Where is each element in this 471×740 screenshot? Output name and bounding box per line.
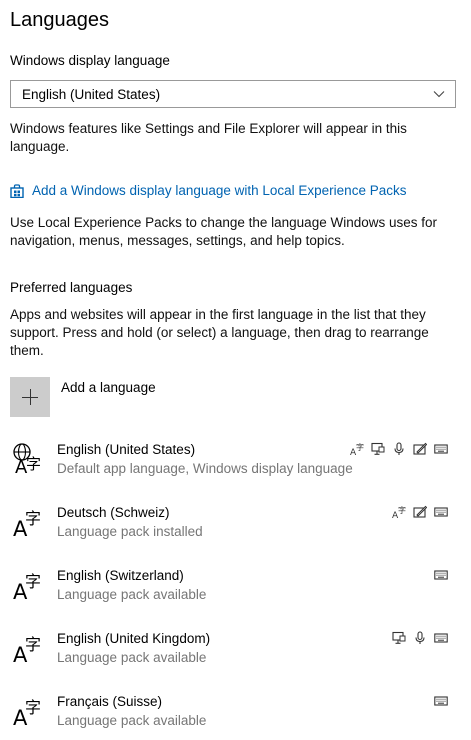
language-item[interactable]: English (Switzerland) Language pack avai…: [10, 564, 462, 620]
microphone-icon: [392, 442, 406, 456]
language-features: [434, 694, 448, 710]
language-name: English (United Kingdom): [57, 631, 211, 646]
local-experience-packs-note: Use Local Experience Packs to change the…: [10, 215, 437, 248]
display-language-icon: [371, 442, 385, 456]
language-features: [392, 505, 448, 521]
keyboard-icon: [434, 694, 448, 708]
keyboard-icon: [434, 631, 448, 645]
language-item[interactable]: Deutsch (Schweiz) Language pack installe…: [10, 501, 462, 557]
preferred-languages-note: Apps and websites will appear in the fir…: [10, 307, 429, 358]
handwriting-icon: [413, 442, 427, 456]
keyboard-icon: [434, 505, 448, 519]
language-name: English (Switzerland): [57, 568, 184, 583]
add-display-language-link-label: Add a Windows display language with Loca…: [32, 183, 407, 198]
language-status: Default app language, Windows display la…: [57, 461, 353, 476]
language-features: [392, 631, 448, 647]
keyboard-icon: [434, 442, 448, 456]
language-icon: [12, 694, 46, 728]
language-status: Language pack available: [57, 587, 207, 602]
language-name: Français (Suisse): [57, 694, 163, 709]
language-name: Deutsch (Schweiz): [57, 505, 170, 520]
display-language-note: Windows features like Settings and File …: [10, 121, 407, 154]
language-item[interactable]: English (United Kingdom) Language pack a…: [10, 627, 462, 683]
add-display-language-link[interactable]: Add a Windows display language with Loca…: [10, 183, 406, 198]
language-item[interactable]: Français (Suisse) Language pack availabl…: [10, 690, 462, 738]
microphone-icon: [413, 631, 427, 645]
plus-icon: [10, 377, 50, 417]
language-icon: [12, 568, 46, 602]
language-icon: [12, 631, 46, 665]
display-language-icon: [392, 631, 406, 645]
language-item[interactable]: English (United States) Default app lang…: [10, 438, 462, 494]
globe-language-icon: [12, 442, 46, 476]
page-title: Languages: [10, 9, 109, 31]
display-language-value: English (United States): [22, 86, 161, 102]
store-icon: [10, 183, 24, 198]
language-name: English (United States): [57, 442, 196, 457]
display-language-label: Windows display language: [10, 53, 170, 68]
text-to-speech-icon: [392, 505, 406, 519]
preferred-languages-label: Preferred languages: [10, 280, 133, 295]
keyboard-icon: [434, 568, 448, 582]
language-status: Language pack available: [57, 713, 207, 728]
language-features: [350, 442, 448, 458]
add-language-label: Add a language: [61, 380, 156, 395]
language-icon: [12, 505, 46, 539]
text-to-speech-icon: [350, 442, 364, 456]
handwriting-icon: [413, 505, 427, 519]
display-language-dropdown[interactable]: English (United States): [10, 80, 456, 108]
chevron-down-icon: [433, 91, 445, 98]
language-status: Language pack available: [57, 650, 207, 665]
language-features: [434, 568, 448, 584]
language-status: Language pack installed: [57, 524, 203, 539]
add-language-button[interactable]: Add a language: [10, 377, 156, 417]
